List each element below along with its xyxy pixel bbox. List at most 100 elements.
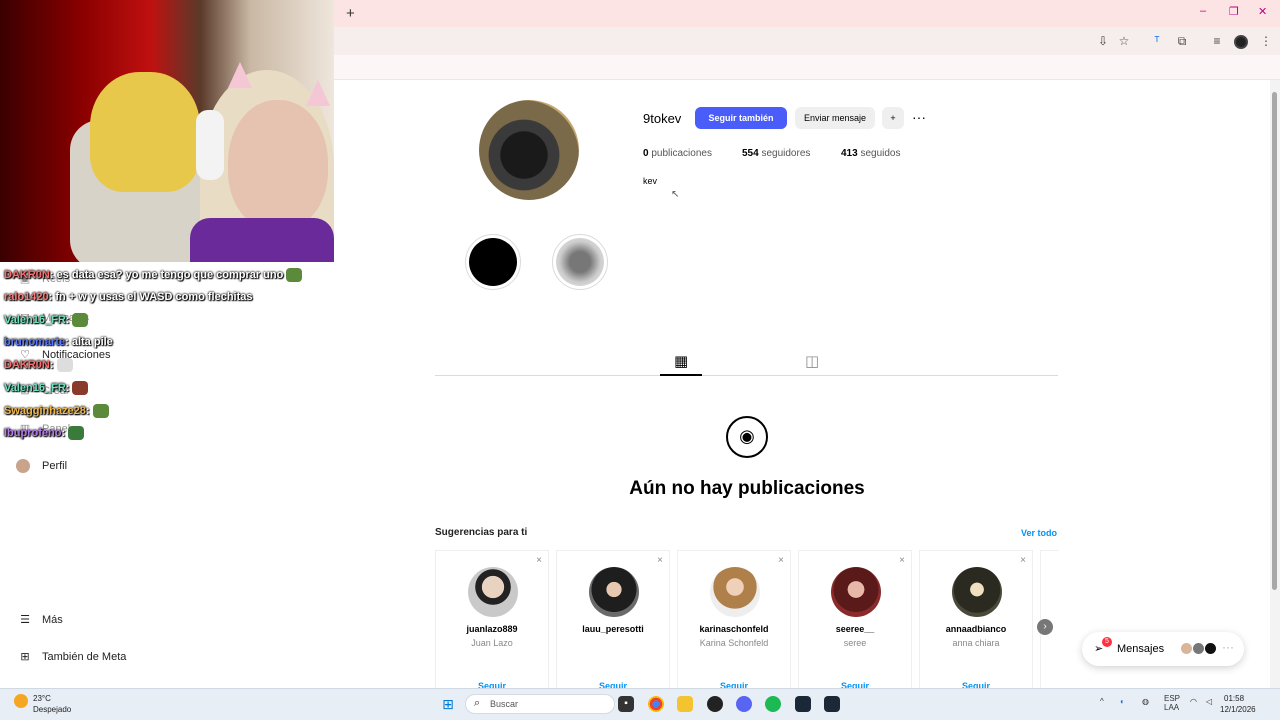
cat-ear-left	[228, 62, 252, 88]
file-explorer-icon[interactable]	[677, 696, 693, 712]
story-highlight[interactable]	[552, 234, 608, 290]
suggestion-card[interactable]: × annaadbianco anna chiara Seguir	[919, 550, 1033, 691]
clock-date[interactable]: 12/1/2026	[1220, 705, 1256, 714]
close-icon[interactable]: ×	[1020, 555, 1026, 566]
webcam-overlay	[0, 0, 334, 262]
sidebar-item-also-from-meta[interactable]: ⊞ También de Meta	[16, 650, 126, 663]
chrome-icon[interactable]	[648, 696, 664, 712]
followers-stat[interactable]: 554 seguidores	[742, 148, 810, 159]
task-view-icon[interactable]: ▪	[618, 696, 634, 712]
profile-bio: kev	[643, 176, 658, 186]
pepe-emote	[92, 404, 109, 418]
posts-stat: 0 publicaciones	[643, 148, 712, 159]
tagged-icon[interactable]: ◫	[805, 352, 819, 370]
follow-back-button[interactable]: Seguir también	[695, 107, 787, 129]
weather-temp[interactable]: 23°C	[33, 694, 51, 703]
suggestion-handle[interactable]: juanlazo889	[436, 624, 548, 634]
close-icon[interactable]: ×	[899, 555, 905, 566]
ellipsis-icon: ···	[912, 109, 926, 125]
streamer-shirt	[190, 218, 334, 262]
story-highlight[interactable]	[465, 234, 521, 290]
suggestion-card[interactable]: × seeree__ seree Seguir	[798, 550, 912, 691]
minimize-button[interactable]: –	[1200, 5, 1206, 17]
suggestion-handle[interactable]: annaadbianco	[920, 624, 1032, 634]
maximize-button[interactable]: ❐	[1229, 5, 1239, 18]
tab-active-indicator	[660, 374, 702, 376]
suggestion-name: anna chiara	[952, 638, 1000, 648]
profile-icon[interactable]	[1234, 35, 1248, 49]
chevron-right-icon[interactable]: ›	[1037, 619, 1053, 635]
grid-icon[interactable]: ▦	[674, 352, 688, 370]
taskbar-search[interactable]: ⌕ Buscar	[465, 694, 615, 714]
suggestion-card[interactable]: × juanlazo889 Juan Lazo Seguir	[435, 550, 549, 691]
windows-taskbar	[0, 688, 1280, 720]
suggestion-card[interactable]: × karinaschonfeld Karina Schonfeld Segui…	[677, 550, 791, 691]
headset	[196, 110, 224, 180]
more-options-button[interactable]: ···	[910, 107, 928, 129]
star-icon[interactable]: ☆	[1116, 33, 1132, 49]
chat-message: DAKR0N: es data esa? yo me tengo que com…	[4, 268, 303, 282]
scrollbar-thumb[interactable]	[1272, 92, 1277, 590]
avatar[interactable]	[710, 567, 760, 617]
chat-message: Valen16_FR:	[4, 381, 89, 395]
new-tab-button[interactable]: +	[346, 5, 355, 22]
network-icon[interactable]: ◐	[1120, 697, 1125, 706]
see-all-link[interactable]: Ver todo	[1021, 528, 1057, 538]
avatar	[1204, 642, 1217, 655]
suggestion-handle[interactable]: seeree__	[799, 624, 911, 634]
bookmarks-bar	[334, 55, 1280, 80]
windows-start-icon[interactable]: ⊞	[440, 696, 456, 712]
add-user-button[interactable]: +	[882, 107, 904, 129]
send-message-button[interactable]: Enviar mensaje	[795, 107, 875, 129]
messages-widget[interactable]: ➢ 5 Mensajes ···	[1082, 632, 1244, 666]
discord-icon[interactable]	[736, 696, 752, 712]
microphone-icon[interactable]: ◍	[1142, 697, 1149, 706]
avatar[interactable]	[831, 567, 881, 617]
grid-icon: ⊞	[20, 651, 30, 663]
menu-icon[interactable]: ⋮	[1258, 33, 1274, 49]
language-indicator[interactable]: ESP LAA	[1164, 694, 1180, 712]
empty-posts-title: Aún no hay publicaciones	[629, 478, 865, 499]
chevron-up-icon[interactable]: ^	[1100, 697, 1104, 706]
chat-message: Ibuprofeno:	[4, 426, 85, 440]
wifi-icon[interactable]: ◠	[1190, 697, 1197, 706]
emote	[72, 381, 89, 395]
suggestion-card[interactable]: × lauu_peresotti Seguir	[556, 550, 670, 691]
close-icon[interactable]: ×	[657, 555, 663, 566]
obs-icon[interactable]	[707, 696, 723, 712]
address-bar[interactable]	[334, 27, 1280, 55]
cat-ear-right	[306, 80, 330, 106]
media-icon[interactable]: ≡	[1209, 33, 1225, 49]
notification-badge: 5	[1102, 637, 1112, 647]
suggestion-handle[interactable]: lauu_peresotti	[557, 624, 669, 634]
browser-tab-bar	[334, 0, 1280, 27]
profile-avatar[interactable]	[479, 100, 579, 200]
chat-message: Valen16_FR:	[4, 313, 89, 327]
avatar[interactable]	[468, 567, 518, 617]
avatar[interactable]	[589, 567, 639, 617]
search-icon: ⌕	[474, 697, 481, 709]
spotify-icon[interactable]	[765, 696, 781, 712]
chat-message: brunomarte: alta pile	[4, 336, 113, 348]
suggestion-name: Juan Lazo	[471, 638, 513, 648]
clock-time[interactable]: 01:58	[1224, 694, 1244, 703]
sidebar-item-profile[interactable]: Perfil	[16, 459, 67, 473]
sidebar-item-more[interactable]: ☰ Más	[16, 613, 63, 626]
close-icon[interactable]: ×	[536, 555, 542, 566]
avatar	[16, 459, 30, 473]
weather-desc[interactable]: Despejado	[33, 705, 71, 714]
volume-icon[interactable]: ◁	[1206, 697, 1212, 706]
avatar[interactable]	[952, 567, 1002, 617]
install-icon[interactable]: ⇩	[1095, 33, 1111, 49]
steam-icon[interactable]	[824, 696, 840, 712]
steam-icon[interactable]	[795, 696, 811, 712]
close-window-button[interactable]: ✕	[1258, 5, 1267, 18]
following-stat[interactable]: 413 seguidos	[841, 148, 901, 159]
suggestion-handle[interactable]: karinaschonfeld	[678, 624, 790, 634]
streamer-face	[228, 100, 328, 230]
weather-icon[interactable]	[14, 694, 28, 708]
close-icon[interactable]: ×	[778, 555, 784, 566]
translate-icon[interactable]: ᵀ	[1149, 33, 1165, 49]
extensions-icon[interactable]: ⧉	[1174, 33, 1190, 49]
emote	[56, 358, 73, 372]
